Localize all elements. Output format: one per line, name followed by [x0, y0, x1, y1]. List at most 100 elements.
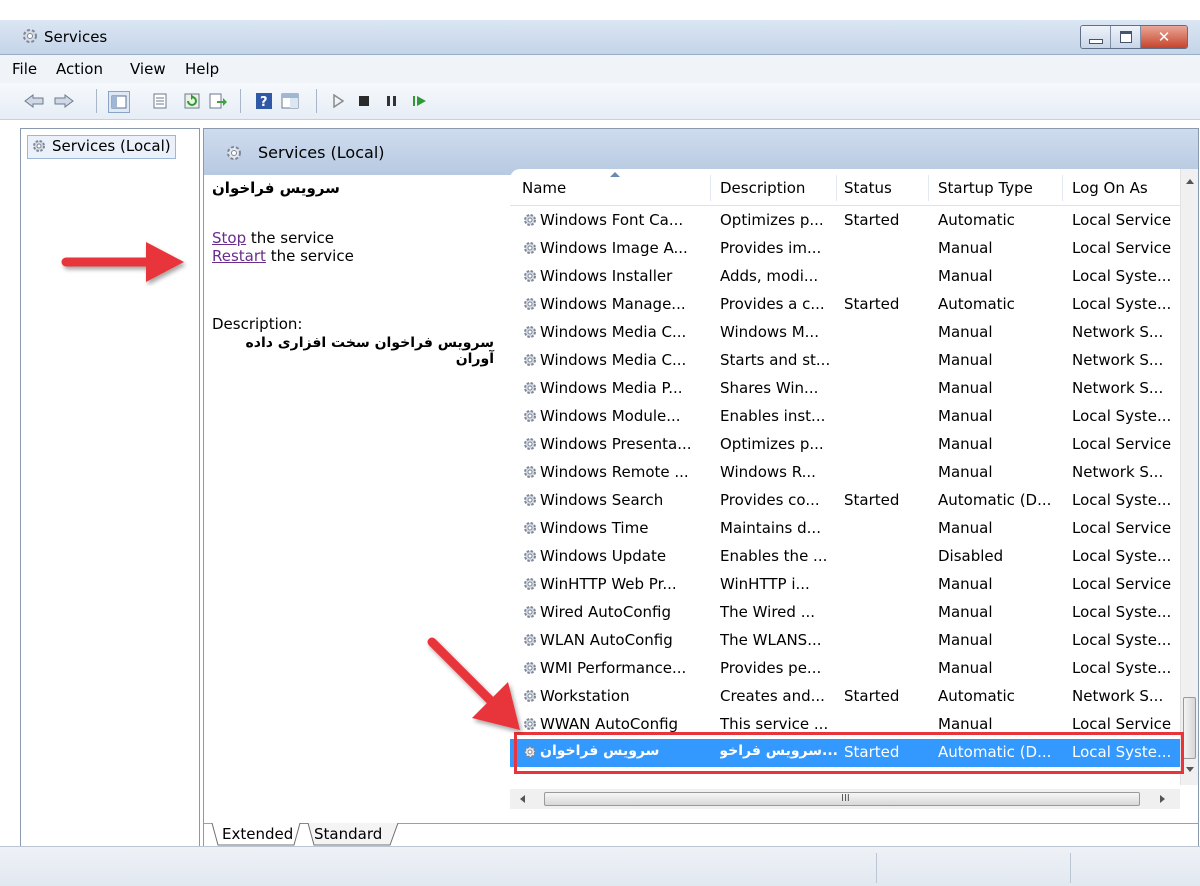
- service-description: This service ...: [720, 715, 829, 733]
- scroll-down-icon[interactable]: [1186, 767, 1194, 772]
- service-row[interactable]: Windows Remote ... Windows R... Manual Netw…: [510, 459, 1180, 487]
- maximize-button[interactable]: [1111, 26, 1141, 48]
- service-startup-type: Manual: [938, 659, 993, 677]
- column-header-status[interactable]: Status: [844, 179, 892, 197]
- scroll-up-icon[interactable]: [1186, 179, 1194, 184]
- service-description: Provides a c...: [720, 295, 825, 313]
- column-header-log-on-as[interactable]: Log On As: [1072, 179, 1148, 197]
- service-row[interactable]: Workstation Creates and... Started Automati…: [510, 683, 1180, 711]
- action-pane-icon[interactable]: [280, 91, 300, 111]
- service-row[interactable]: Wired AutoConfig The Wired ... Manual Local…: [510, 599, 1180, 627]
- service-startup-type: Automatic: [938, 687, 1015, 705]
- service-row[interactable]: Windows Font Ca... Optimizes p... Started A…: [510, 207, 1180, 235]
- service-name: Windows Media P...: [540, 379, 683, 397]
- horizontal-scroll-thumb[interactable]: III: [544, 792, 1140, 806]
- service-description: Starts and st...: [720, 351, 831, 369]
- column-header-name[interactable]: Name: [522, 179, 566, 197]
- tab-extended[interactable]: Extended: [212, 824, 299, 846]
- tab-standard[interactable]: Standard: [304, 824, 388, 846]
- help-icon[interactable]: ?: [254, 91, 274, 111]
- service-row[interactable]: Windows Media C... Windows M... Manual Netw…: [510, 319, 1180, 347]
- service-description: The Wired ...: [720, 603, 815, 621]
- service-startup-type: Manual: [938, 435, 993, 453]
- service-row[interactable]: WinHTTP Web Pr... WinHTTP i... Manual Local…: [510, 571, 1180, 599]
- service-startup-type: Manual: [938, 519, 993, 537]
- service-row[interactable]: Windows Presenta... Optimizes p... Manual L…: [510, 431, 1180, 459]
- minimize-button[interactable]: [1081, 26, 1111, 48]
- service-gear-icon: [522, 604, 538, 624]
- tree-node-services-local[interactable]: Services (Local): [27, 135, 176, 159]
- service-logon-as: Local Service: [1072, 575, 1172, 593]
- highlight-annotation-box: [514, 732, 1184, 774]
- service-row[interactable]: Windows Update Enables the ... Disabled Loc…: [510, 543, 1180, 571]
- services-window: Services ✕ File Action View Help ? Servi…: [0, 0, 1200, 886]
- service-gear-icon: [522, 408, 538, 428]
- menu-file[interactable]: File: [12, 60, 37, 78]
- refresh-icon[interactable]: [182, 91, 202, 111]
- forward-icon[interactable]: [54, 91, 74, 111]
- service-row[interactable]: Windows Module... Enables inst... Manual Lo…: [510, 403, 1180, 431]
- red-annotation-arrow-down-right: [427, 637, 520, 730]
- start-service-icon[interactable]: [328, 91, 348, 111]
- service-logon-as: Local Syste...: [1072, 631, 1172, 649]
- service-row[interactable]: WMI Performance... Provides pe... Manual Lo…: [510, 655, 1180, 683]
- column-divider: [836, 175, 837, 201]
- stop-service-icon[interactable]: [354, 91, 374, 111]
- selected-service-name: سرویس فراخوان: [212, 179, 340, 197]
- column-header-description[interactable]: Description: [720, 179, 805, 197]
- service-startup-type: Manual: [938, 239, 993, 257]
- service-logon-as: Network S...: [1072, 379, 1164, 397]
- service-name: Windows Font Ca...: [540, 211, 684, 229]
- service-name: Windows Remote ...: [540, 463, 689, 481]
- restart-service-link[interactable]: Restart: [212, 247, 266, 265]
- service-row[interactable]: Windows Image A... Provides im... Manual Lo…: [510, 235, 1180, 263]
- service-status: Started: [844, 211, 900, 229]
- vertical-scroll-thumb[interactable]: [1183, 697, 1196, 759]
- service-gear-icon: [522, 296, 538, 316]
- title-bar: Services ✕: [0, 20, 1200, 55]
- toolbar-separator: [96, 89, 97, 113]
- service-startup-type: Automatic: [938, 295, 1015, 313]
- scroll-right-icon[interactable]: [1160, 795, 1165, 803]
- scroll-left-icon[interactable]: [520, 795, 525, 803]
- service-gear-icon: [522, 576, 538, 596]
- pause-service-icon[interactable]: [382, 91, 402, 111]
- service-row[interactable]: WLAN AutoConfig The WLANS... Manual Local S…: [510, 627, 1180, 655]
- vertical-scrollbar[interactable]: [1180, 169, 1198, 785]
- export-list-icon[interactable]: [208, 91, 228, 111]
- service-row[interactable]: Windows Search Provides co... Started Autom…: [510, 487, 1180, 515]
- menu-help[interactable]: Help: [185, 60, 219, 78]
- horizontal-scrollbar[interactable]: III: [510, 789, 1180, 809]
- menu-view[interactable]: View: [130, 60, 166, 78]
- window-title: Services: [44, 28, 108, 46]
- service-description: WinHTTP i...: [720, 575, 810, 593]
- service-startup-type: Manual: [938, 351, 993, 369]
- menu-action[interactable]: Action: [56, 60, 103, 78]
- back-icon[interactable]: [24, 91, 44, 111]
- service-row[interactable]: Windows Time Maintains d... Manual Local Se…: [510, 515, 1180, 543]
- show-hide-tree-icon[interactable]: [108, 91, 130, 113]
- service-description: Maintains d...: [720, 519, 821, 537]
- service-description: Provides pe...: [720, 659, 822, 677]
- stop-service-link[interactable]: Stop: [212, 229, 246, 247]
- caption-buttons: ✕: [1080, 25, 1188, 49]
- column-headers: Name Description Status Startup Type Log…: [510, 169, 1180, 206]
- service-logon-as: Network S...: [1072, 323, 1164, 341]
- column-header-startup-type[interactable]: Startup Type: [938, 179, 1033, 197]
- service-logon-as: Local Syste...: [1072, 547, 1172, 565]
- service-row[interactable]: Windows Installer Adds, modi... Manual Loca…: [510, 263, 1180, 291]
- service-row[interactable]: Windows Manage... Provides a c... Started A…: [510, 291, 1180, 319]
- service-name: Windows Media C...: [540, 323, 687, 341]
- column-divider: [710, 175, 711, 201]
- service-gear-icon: [522, 548, 538, 568]
- red-annotation-arrow-right: [61, 242, 184, 282]
- close-button[interactable]: ✕: [1141, 26, 1187, 48]
- service-row[interactable]: Windows Media P... Shares Win... Manual Net…: [510, 375, 1180, 403]
- resume-service-icon[interactable]: [410, 91, 430, 111]
- service-row[interactable]: Windows Media C... Starts and st... Manual…: [510, 347, 1180, 375]
- service-startup-type: Manual: [938, 715, 993, 733]
- menu-bar: File Action View Help: [0, 55, 1200, 83]
- service-description: The WLANS...: [720, 631, 822, 649]
- properties-icon[interactable]: [150, 91, 170, 111]
- service-startup-type: Manual: [938, 603, 993, 621]
